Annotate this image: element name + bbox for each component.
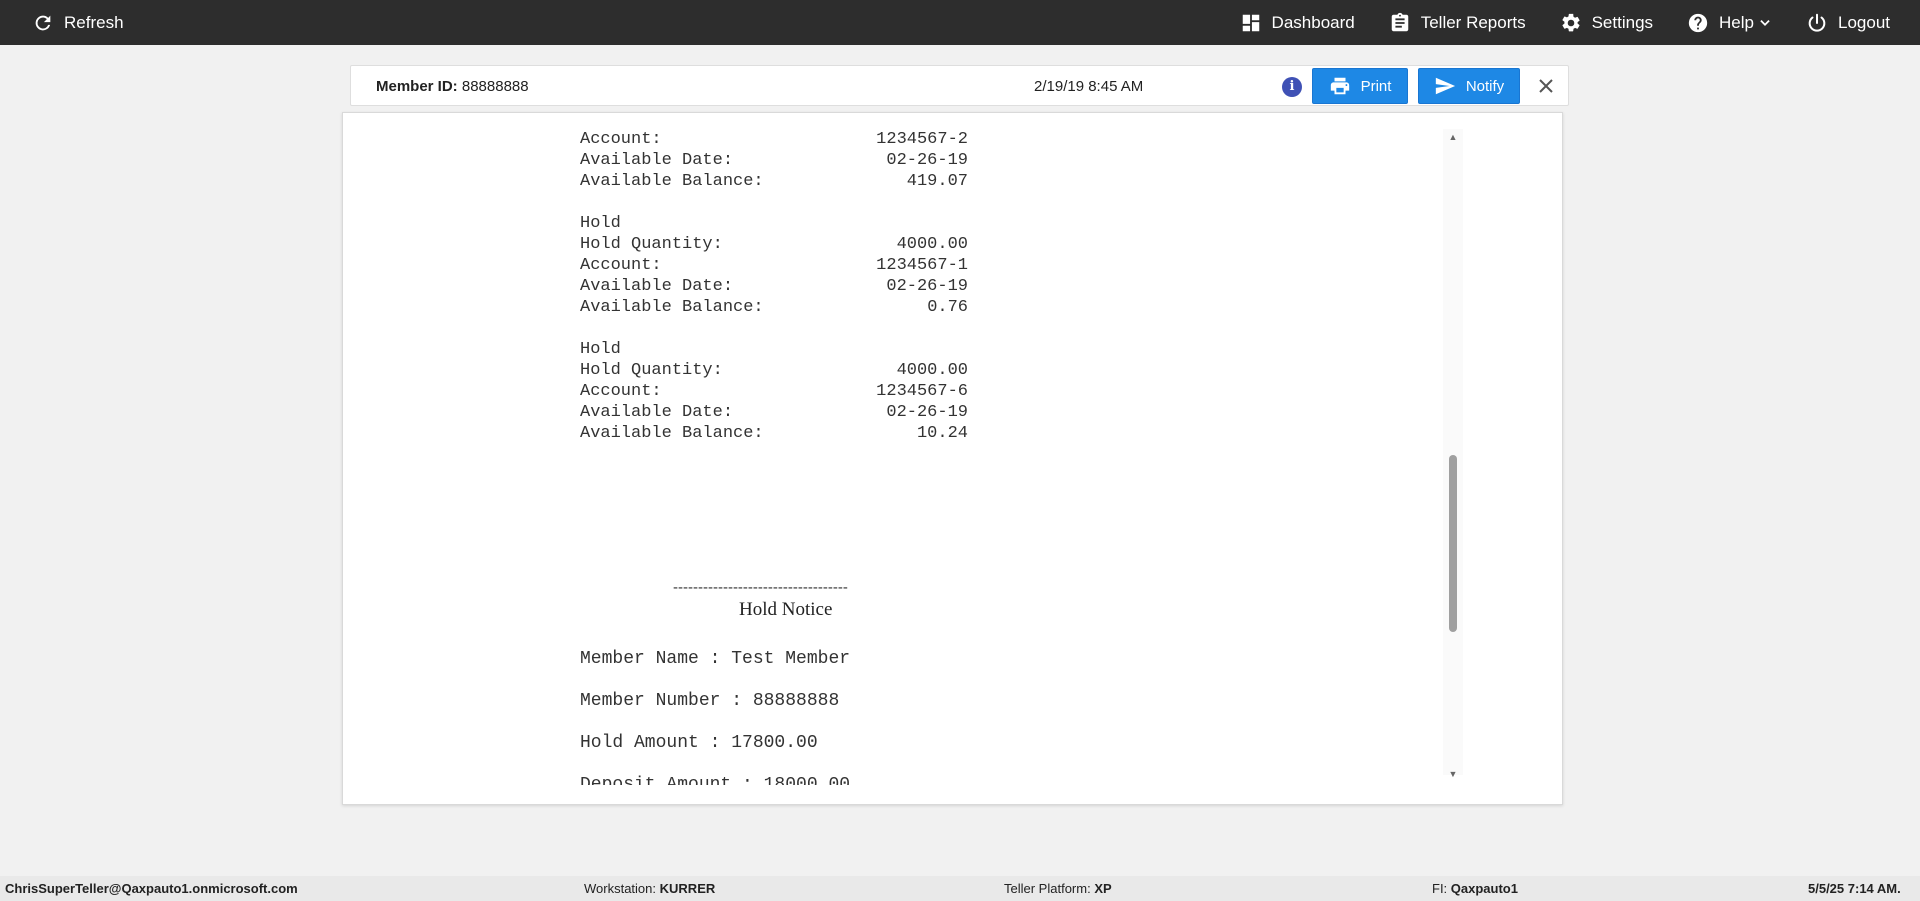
report-row-value: 10.24: [916, 424, 968, 443]
scroll-down-arrow-icon[interactable]: ▼: [1445, 768, 1461, 780]
header-datetime: 2/19/19 8:45 AM: [1034, 78, 1144, 95]
report-row-value: 419.07: [906, 172, 968, 191]
status-platform-value: XP: [1094, 881, 1112, 896]
notice-line: Deposit Amount : 18000.00: [580, 775, 851, 785]
report-row: Available Balance: 0.76: [580, 297, 968, 318]
report-scrollbar[interactable]: [1443, 129, 1463, 775]
report-viewer: Account: 1234567-2 Available Date: 02-26-1…: [342, 112, 1563, 805]
status-workstation-value: KURRER: [659, 881, 716, 896]
help-icon: [1688, 13, 1708, 32]
report-row: Hold Quantity: 4000.00: [580, 234, 968, 255]
power-icon: [1808, 13, 1826, 32]
notice-line: Hold Amount : 17800.00: [580, 733, 818, 753]
scroll-up-arrow-icon[interactable]: ▲: [1445, 131, 1461, 143]
status-fi-value: Qaxpauto1: [1450, 881, 1518, 896]
report-row-label: Hold Quantity:: [580, 361, 723, 380]
report-section-title: Hold: [580, 340, 621, 359]
report-row-label: Available Date:: [580, 151, 734, 170]
status-workstation-label: Workstation:: [584, 881, 657, 896]
chevron-down-icon: [1760, 19, 1770, 26]
report-row-label: Account:: [580, 256, 662, 275]
close-icon[interactable]: [1534, 74, 1558, 98]
teller-reports-label: Teller Reports: [1420, 12, 1526, 32]
member-header-card: Member ID: 88888888 2/19/19 8:45 AM i Pr…: [350, 65, 1569, 106]
refresh-label: Refresh: [64, 12, 124, 32]
report-row-value: 1234567-6: [876, 382, 968, 401]
report-row-value: 1234567-1: [876, 256, 968, 275]
status-platform-label: Teller Platform:: [1004, 881, 1091, 896]
report-row-label: Available Balance:: [580, 298, 764, 317]
report-row: Available Date: 02-26-19: [580, 150, 968, 171]
help-label: Help: [1719, 12, 1754, 32]
report-row-value: 4000.00: [896, 361, 968, 380]
dashboard-button[interactable]: Dashboard: [1240, 0, 1355, 45]
report-row-label: Available Balance:: [580, 424, 764, 443]
dashboard-icon: [1242, 14, 1259, 31]
logout-label: Logout: [1838, 12, 1890, 32]
report-row-value: 4000.00: [896, 235, 968, 254]
report-row-value: 02-26-19: [886, 403, 968, 422]
notice-line: Member Name : Test Member: [580, 649, 851, 669]
report-row-label: Available Balance:: [580, 172, 764, 191]
settings-button[interactable]: Settings: [1560, 0, 1653, 45]
status-fi: FI: Qaxpauto1: [1432, 881, 1518, 896]
report-row: Account: 1234567-2: [580, 129, 968, 150]
status-fi-label: FI:: [1432, 881, 1448, 896]
notice-line: Member Number : 88888888: [580, 691, 840, 711]
report-row-label: Account:: [580, 130, 662, 149]
report-row-value: 1234567-2: [876, 130, 968, 149]
status-datetime-value: 5/5/25 7:14 AM.: [1808, 881, 1901, 896]
notify-button[interactable]: Notify: [1418, 68, 1520, 104]
report-row: Available Balance: 419.07: [580, 171, 968, 192]
report-row-label: Available Date:: [580, 277, 734, 296]
status-platform: Teller Platform: XP: [1004, 881, 1112, 896]
top-nav-bar: Refresh Dashboard Teller Reports Setting…: [0, 0, 1920, 45]
teller-reports-button[interactable]: Teller Reports: [1389, 0, 1526, 45]
report-row: Available Date: 02-26-19: [580, 276, 968, 297]
status-workstation: Workstation: KURRER: [584, 881, 715, 896]
printer-icon: [1330, 77, 1349, 95]
hold-notice-title: Hold Notice: [739, 599, 833, 620]
print-button[interactable]: Print: [1312, 68, 1408, 104]
scrollbar-thumb[interactable]: [1449, 455, 1457, 632]
report-separator: -----------------------------------: [673, 579, 848, 596]
report-row: Account: 1234567-6: [580, 381, 968, 402]
info-icon[interactable]: i: [1282, 77, 1302, 97]
help-menu-button[interactable]: Help: [1687, 0, 1772, 45]
clipboard-icon: [1391, 12, 1408, 31]
report-row: Hold Quantity: 4000.00: [580, 360, 968, 381]
refresh-button[interactable]: Refresh: [32, 0, 124, 45]
dashboard-label: Dashboard: [1271, 12, 1355, 32]
report-row-value: 02-26-19: [886, 151, 968, 170]
member-id-label: Member ID:: [376, 78, 458, 95]
report-row: Available Date: 02-26-19: [580, 402, 968, 423]
logout-button[interactable]: Logout: [1806, 0, 1890, 45]
report-row-value: 02-26-19: [886, 277, 968, 296]
status-datetime: 5/5/25 7:14 AM.: [1808, 881, 1901, 896]
send-icon: [1435, 77, 1455, 95]
report-row: Available Balance: 10.24: [580, 423, 968, 444]
gear-icon: [1562, 13, 1580, 31]
report-content: Account: 1234567-2 Available Date: 02-26-1…: [343, 113, 1453, 785]
member-id-value: 88888888: [461, 78, 529, 95]
member-id: Member ID: 88888888: [376, 78, 529, 95]
report-row-value: 0.76: [927, 298, 968, 317]
report-section-title: Hold: [580, 214, 621, 233]
notify-label: Notify: [1465, 77, 1505, 95]
status-user-value: ChrisSuperTeller@Qaxpauto1.onmicrosoft.c…: [5, 881, 298, 896]
report-row-label: Hold Quantity:: [580, 235, 723, 254]
status-bar: ChrisSuperTeller@Qaxpauto1.onmicrosoft.c…: [0, 876, 1920, 901]
print-label: Print: [1360, 77, 1392, 95]
report-row-label: Account:: [580, 382, 662, 401]
report-row: Account: 1234567-1: [580, 255, 968, 276]
status-user: ChrisSuperTeller@Qaxpauto1.onmicrosoft.c…: [5, 881, 298, 896]
refresh-icon: [35, 15, 51, 30]
report-row-label: Available Date:: [580, 403, 734, 422]
settings-label: Settings: [1591, 12, 1654, 32]
